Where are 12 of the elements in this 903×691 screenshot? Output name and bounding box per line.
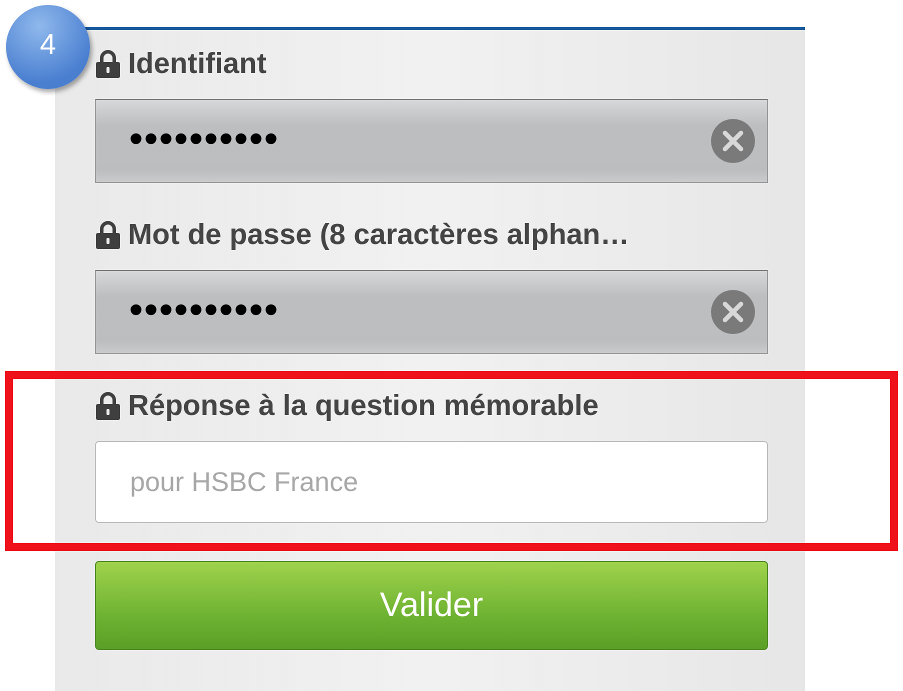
password-field[interactable]: •••••••••• xyxy=(95,270,768,354)
clear-icon[interactable] xyxy=(711,119,755,163)
lock-icon xyxy=(95,220,121,250)
password-field[interactable]: •••••••••• xyxy=(95,99,768,183)
field-label: Mot de passe (8 caractères alphan… xyxy=(128,218,630,252)
answer-field[interactable]: pour HSBC France xyxy=(95,441,768,523)
field-label: Réponse à la question mémorable xyxy=(128,390,599,422)
lock-icon xyxy=(95,391,121,421)
clear-icon[interactable] xyxy=(711,290,755,334)
lock-icon xyxy=(95,49,121,79)
step-badge: 4 xyxy=(6,5,90,89)
field-label: Identifiant xyxy=(128,48,267,80)
